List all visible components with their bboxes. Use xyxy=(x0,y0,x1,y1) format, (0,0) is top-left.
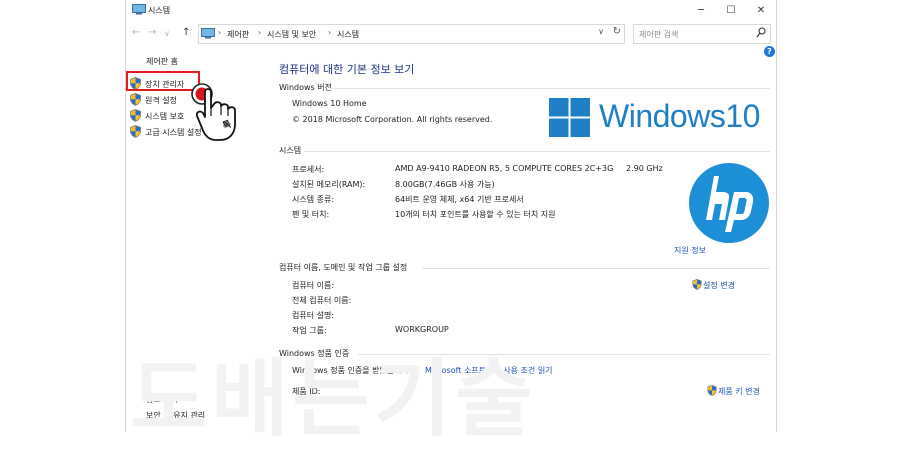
system-type-label: 시스템 종류: xyxy=(292,195,335,204)
memory-value: 8.00GB(7.46GB 사용 가능) xyxy=(395,180,495,189)
maximize-button[interactable]: ☐ xyxy=(716,0,746,22)
forward-arrow-icon[interactable]: → xyxy=(148,27,156,38)
breadcrumb-separator: › xyxy=(258,28,262,37)
up-arrow-icon[interactable]: ↑ xyxy=(182,27,190,38)
change-product-key-link[interactable]: 제품 키 변경 xyxy=(707,385,760,397)
breadcrumb-separator: › xyxy=(218,28,222,37)
memory-label: 설치된 메모리(RAM): xyxy=(292,180,366,189)
address-field[interactable]: › 제어판 › 시스템 및 보안 › 시스템 ∨ ↻ xyxy=(198,24,625,44)
section-heading-computer-name: 컴퓨터 이름, 도메인 및 작업 그룹 설정 xyxy=(279,263,408,272)
control-panel-icon xyxy=(201,28,215,39)
hand-pointer-icon: 톡 xyxy=(191,83,236,141)
breadcrumb-system[interactable]: 시스템 xyxy=(337,29,359,40)
breadcrumb-system-security[interactable]: 시스템 및 보안 xyxy=(267,29,316,40)
sidebar-item-label: 원격 설정 xyxy=(145,96,177,105)
computer-icon xyxy=(132,4,146,15)
control-panel-home-link[interactable]: 제어판 홈 xyxy=(146,56,178,67)
computer-name-label: 컴퓨터 이름: xyxy=(292,281,335,290)
section-divider xyxy=(422,268,770,269)
shield-icon xyxy=(130,93,141,106)
section-heading-system: 시스템 xyxy=(279,146,302,155)
system-type-value: 64비트 운영 체제, x64 기반 프로세서 xyxy=(395,195,524,204)
computer-description-label: 컴퓨터 설명: xyxy=(292,311,335,320)
shield-icon xyxy=(130,125,141,138)
page-title: 컴퓨터에 대한 기본 정보 보기 xyxy=(279,63,415,76)
address-dropdown-icon[interactable]: ∨ xyxy=(598,27,604,36)
watermark: 도배는기술 xyxy=(130,350,537,448)
close-button[interactable]: ✕ xyxy=(746,0,776,22)
shield-icon xyxy=(130,109,141,122)
processor-label: 프로세서: xyxy=(292,165,325,174)
section-divider xyxy=(330,88,770,89)
breadcrumb-control-panel[interactable]: 제어판 xyxy=(227,29,249,40)
windows-logo-icon xyxy=(549,98,590,137)
back-arrow-icon[interactable]: ← xyxy=(132,27,140,38)
title-bar: 시스템 ─ ☐ ✕ xyxy=(126,0,776,22)
recent-dropdown-icon[interactable]: ∨ xyxy=(164,29,170,38)
edition-copyright: © 2018 Microsoft Corporation. All rights… xyxy=(292,115,493,124)
full-computer-name-label: 전체 컴퓨터 이름: xyxy=(292,296,352,305)
change-settings-label: 설정 변경 xyxy=(703,281,735,290)
search-placeholder: 제어판 검색 xyxy=(639,30,679,39)
search-box[interactable]: 제어판 검색 xyxy=(633,24,771,44)
sidebar-item-label: 시스템 보호 xyxy=(145,112,185,121)
minimize-button[interactable]: ─ xyxy=(686,0,716,22)
breadcrumb-separator: › xyxy=(328,28,332,37)
windows10-logo-text: Windows10 xyxy=(599,98,760,134)
change-product-key-label: 제품 키 변경 xyxy=(718,387,760,396)
shield-icon xyxy=(707,385,717,396)
edition-name: Windows 10 Home xyxy=(292,99,367,108)
section-heading-edition: Windows 버전 xyxy=(279,83,332,92)
shield-icon xyxy=(692,279,702,290)
hp-logo-icon xyxy=(689,163,769,243)
pen-touch-label: 펜 및 터치: xyxy=(292,210,330,219)
window-title: 시스템 xyxy=(148,6,171,15)
change-settings-link[interactable]: 설정 변경 xyxy=(692,279,735,291)
support-info-link[interactable]: 지원 정보 xyxy=(674,245,706,256)
section-divider xyxy=(304,151,770,152)
pen-touch-value: 10개의 터치 포인트를 사용할 수 있는 터치 지원 xyxy=(395,210,556,219)
processor-value: AMD A9-9410 RADEON R5, 5 COMPUTE CORES 2… xyxy=(395,164,663,173)
refresh-icon[interactable]: ↻ xyxy=(613,26,621,37)
help-icon[interactable]: ? xyxy=(764,46,775,57)
search-icon[interactable] xyxy=(756,27,766,39)
